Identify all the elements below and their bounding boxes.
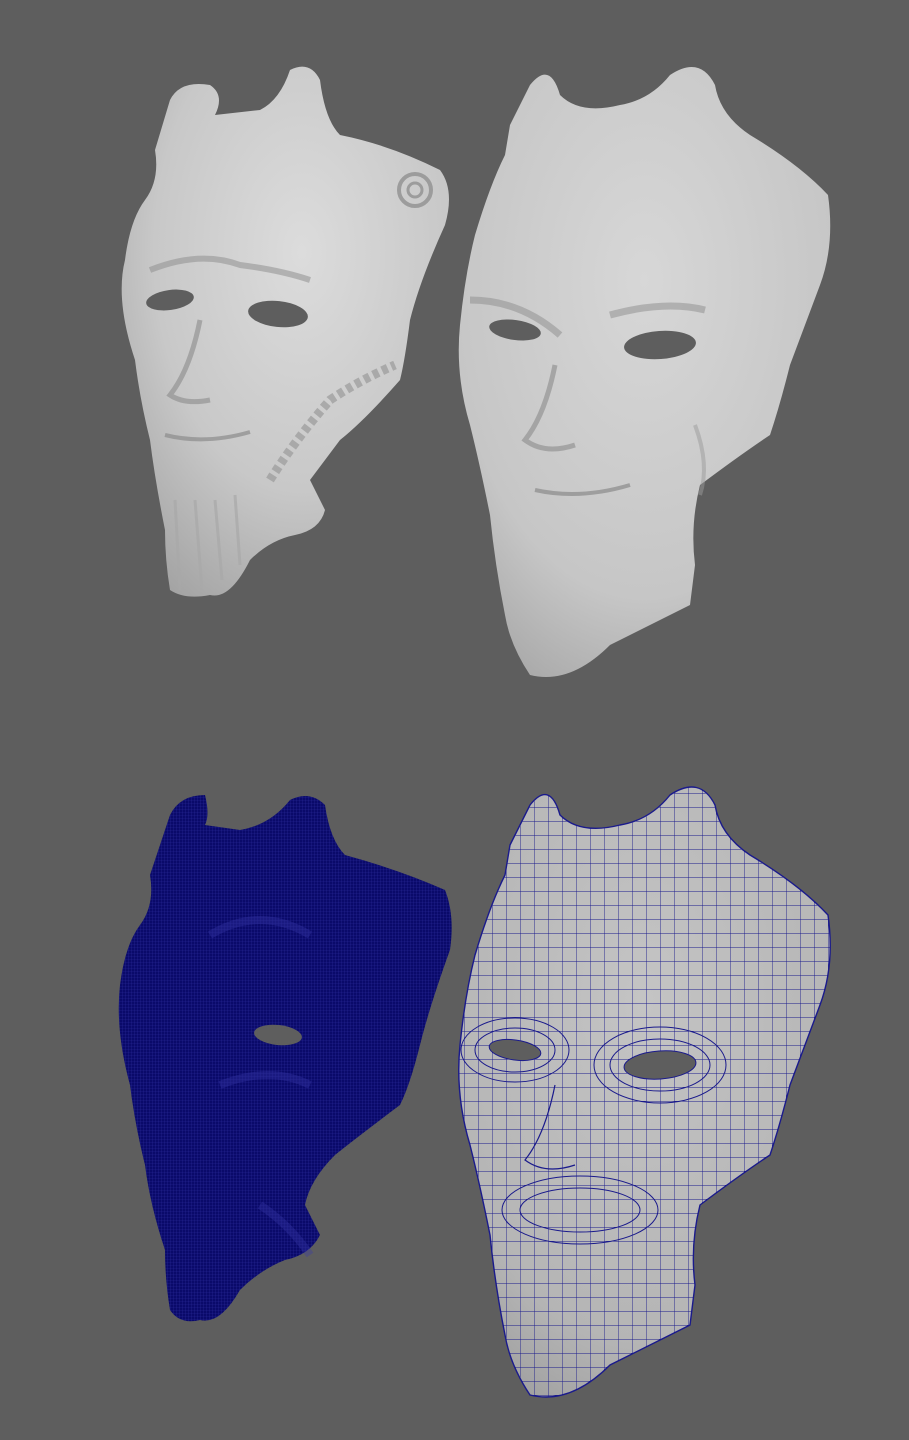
mask-wire-surface xyxy=(118,795,452,1322)
mask-sculpt-smooth[interactable] xyxy=(450,45,840,695)
mask-wireframe-dense[interactable] xyxy=(110,785,460,1330)
3d-viewport[interactable] xyxy=(0,0,909,1440)
wire-grid xyxy=(458,787,831,1397)
mask-sculpt-detailed[interactable] xyxy=(110,60,460,610)
mask-wireframe-retopo[interactable] xyxy=(450,765,840,1415)
mask-surface xyxy=(121,66,450,597)
mask-surface xyxy=(458,67,831,677)
